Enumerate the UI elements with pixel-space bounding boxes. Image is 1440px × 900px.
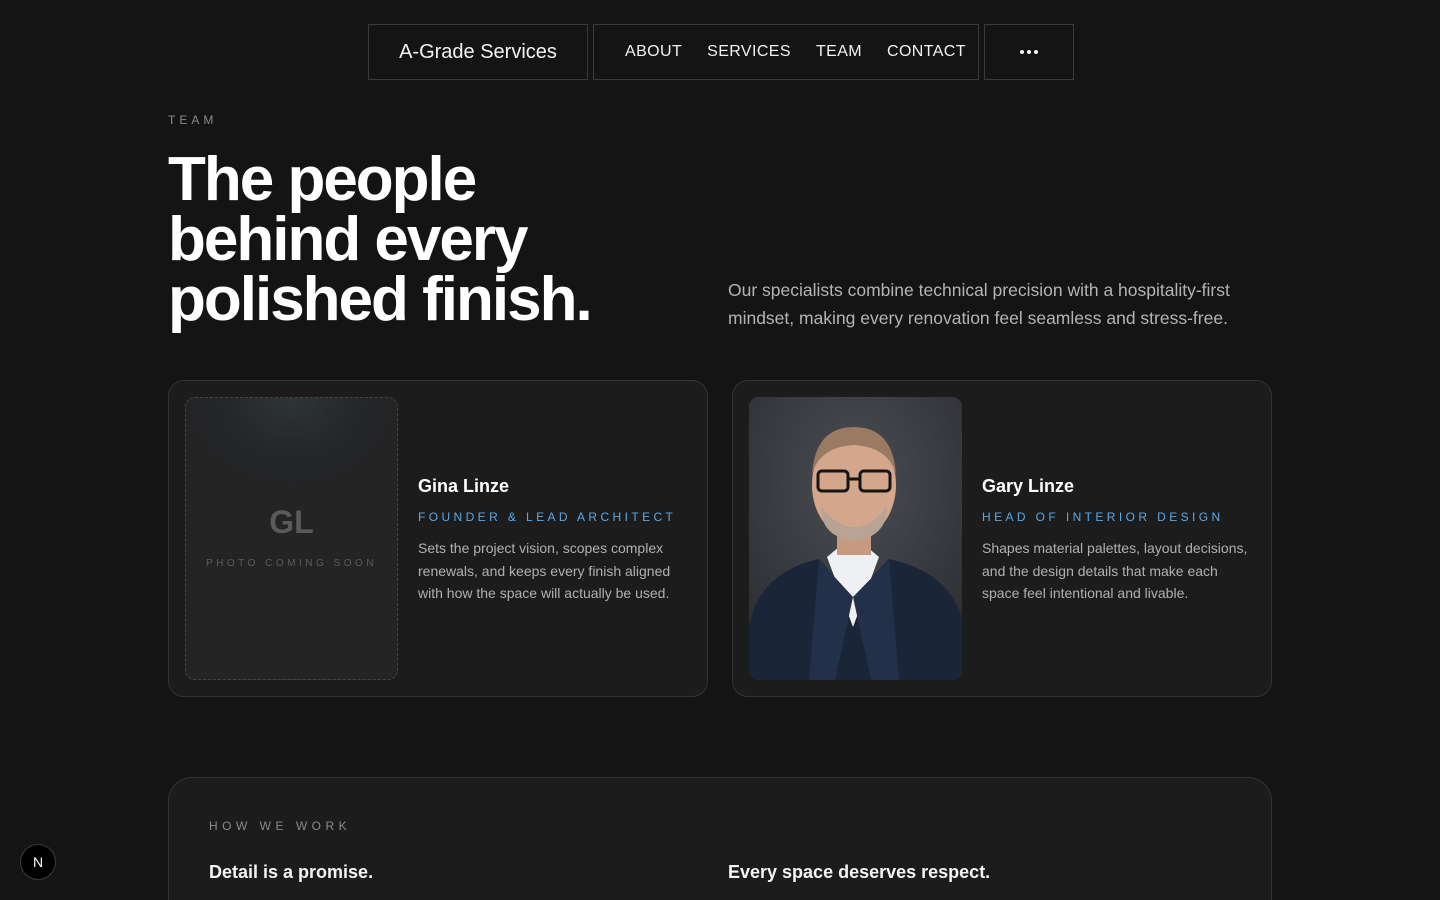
ellipsis-icon (1020, 50, 1038, 54)
page-title: The people behind every polished finish. (168, 145, 593, 334)
brand-logo[interactable]: A-Grade Services (368, 24, 588, 80)
more-menu-button[interactable] (984, 24, 1074, 80)
nav-link-team[interactable]: TEAM (816, 43, 862, 61)
principle-title: Detail is a promise. (209, 862, 374, 882)
member-bio: Shapes material palettes, layout decisio… (982, 540, 1248, 601)
team-card: GL PHOTO COMING SOON Gina Linze FOUNDER … (168, 380, 708, 697)
how-we-work-section: HOW WE WORK Detail is a promise. Every s… (168, 777, 1272, 900)
nav-link-about[interactable]: ABOUT (625, 43, 682, 61)
member-bio: Sets the project vision, scopes complex … (418, 540, 671, 601)
photo-placeholder: GL PHOTO COMING SOON (185, 397, 398, 680)
principle-title: Every space deserves respect. (728, 862, 991, 882)
member-photo (749, 397, 962, 680)
intro-text: Our specialists combine technical precis… (728, 280, 1230, 328)
member-role: FOUNDER & LEAD ARCHITECT (418, 510, 677, 524)
member-info: Gary Linze HEAD OF INTERIOR DESIGN Shape… (982, 476, 1252, 605)
member-initials: GL (269, 504, 314, 540)
member-role: HEAD OF INTERIOR DESIGN (982, 510, 1224, 524)
portrait-image (749, 397, 962, 680)
team-card: Gary Linze HEAD OF INTERIOR DESIGN Shape… (732, 380, 1272, 697)
photo-coming-soon-label: PHOTO COMING SOON (206, 558, 377, 569)
member-name: Gina Linze (418, 476, 510, 496)
member-name: Gary Linze (982, 476, 1075, 496)
section-eyebrow: HOW WE WORK (209, 819, 352, 833)
top-navigation: A-Grade Services ABOUT SERVICES TEAM CON… (368, 24, 1074, 80)
nav-link-contact[interactable]: CONTACT (887, 43, 966, 61)
section-eyebrow: TEAM (168, 113, 218, 127)
page: A-Grade Services ABOUT SERVICES TEAM CON… (0, 0, 1440, 900)
nav-link-services[interactable]: SERVICES (707, 43, 791, 61)
member-info: Gina Linze FOUNDER & LEAD ARCHITECT Sets… (418, 476, 688, 605)
nav-links: ABOUT SERVICES TEAM CONTACT (593, 24, 979, 80)
dev-tools-badge[interactable]: N (20, 844, 56, 880)
